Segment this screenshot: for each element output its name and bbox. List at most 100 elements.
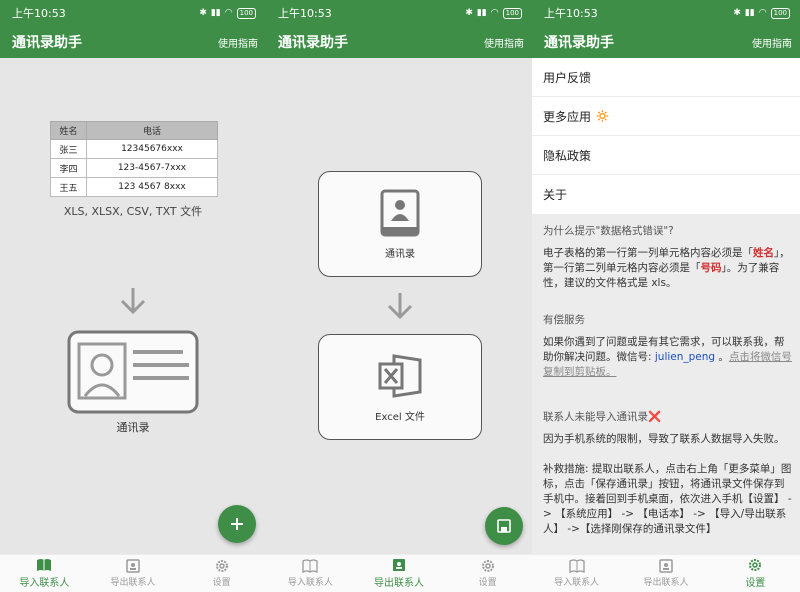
faq1-answer: 电子表格的第一行第一列单元格内容必须是「姓名」，第一行第二列单元格内容必须是「号… [543,246,793,291]
add-fab-button[interactable] [218,505,256,543]
bottom-nav: 导入联系人 导出联系人 设置 [532,554,800,592]
nav-settings[interactable]: 设置 [177,555,266,592]
book-open-icon [569,559,585,573]
contacts-tile[interactable]: 通讯录 [318,171,482,277]
nav-export-label: 导出联系人 [374,578,424,589]
table-row: 李四 123-4567-7xxx [50,158,219,178]
nav-settings[interactable]: 设置 [443,555,532,592]
contacts-label: 通讯录 [116,421,150,434]
nav-import-label: 导入联系人 [554,578,600,588]
status-time: 上午10:53 [278,7,332,20]
status-bar: 上午10:53 ✱ ▮▮ ◠ 100 [0,0,266,26]
save-fab-button[interactable] [485,507,523,545]
faq2-title: 联系人未能导入通讯录❌ [543,410,793,425]
signal-icon: ▮▮ [476,8,487,18]
nav-import[interactable]: 导入联系人 [0,555,89,592]
save-icon [497,519,511,533]
gear-icon [481,560,494,572]
menu-feedback-label: 用户反馈 [543,70,592,85]
nav-export-label: 导出联系人 [643,578,689,588]
faq1-phone-highlight: 号码 [700,262,722,274]
nav-import[interactable]: 导入联系人 [266,555,355,592]
book-open-icon [37,559,52,571]
wifi-icon: ◠ [758,8,767,18]
sheet-cell: 123 4567 8xxx [85,177,219,197]
guide-button[interactable]: 使用指南 [218,35,258,50]
bluetooth-icon: ✱ [465,8,473,18]
table-row: 张三 12345676xxx [50,139,219,159]
signal-icon: ▮▮ [210,8,221,18]
settings-screen: 上午10:53 ✱ ▮▮ ◠ 100 通讯录助手 使用指南 用户反馈 更多应用 🔅… [532,0,800,592]
app-bar: 通讯录助手 使用指南 [266,26,532,58]
menu-more-apps[interactable]: 更多应用 🔅 [532,97,800,136]
sheet-cell: 123-4567-7xxx [85,158,219,178]
faq2-remedy: 补救措施: 提取出联系人，点击右上角「更多菜单」图标，点击「保存通讯录」按钮，将… [543,463,792,535]
gear-icon [749,559,762,571]
menu-feedback[interactable]: 用户反馈 [532,58,800,97]
menu-about-label: 关于 [543,188,568,202]
status-bar: 上午10:53 ✱ ▮▮ ◠ 100 [532,0,800,26]
paid-service-title: 有偿服务 [543,314,585,326]
plus-icon [231,518,243,530]
sheet-header-row: 姓名 电话 [50,121,219,140]
guide-button[interactable]: 使用指南 [752,35,792,50]
contact-card-icon [67,330,199,414]
app-title: 通讯录助手 [278,35,348,51]
app-title: 通讯录助手 [12,35,82,51]
paid-service-text: 如果你遇到了问题或是有其它需求，可以联系我，帮助你解决问题。微信号: julie… [543,335,793,380]
table-row: 王五 123 4567 8xxx [50,177,219,197]
nav-import-label: 导入联系人 [19,578,70,589]
sheet-cell: 12345676xxx [85,139,219,159]
nav-import-label: 导入联系人 [287,578,333,588]
cross-icon: ❌ [648,411,662,423]
excel-tile[interactable]: Excel 文件 [318,334,482,440]
supported-formats: XLS, XLSX, CSV, TXT 文件 [63,205,203,218]
faq2-title-text: 联系人未能导入通讯录 [543,411,648,423]
guide-button[interactable]: 使用指南 [484,35,524,50]
excel-tile-label: Excel 文件 [375,411,425,423]
faq1-name-highlight: 姓名 [753,247,774,259]
gear-icon [215,560,228,572]
menu-privacy-label: 隐私政策 [543,148,592,163]
faq-section: 为什么提示"数据格式错误"? 电子表格的第一行第一列单元格内容必须是「姓名」，第… [543,224,793,537]
status-time: 上午10:53 [544,7,598,20]
excel-file-icon [378,353,422,398]
wifi-icon: ◠ [490,8,499,18]
sun-icon: 🔅 [595,109,610,123]
faq1-text: 电子表格的第一行第一列单元格内容必须是「 [543,247,753,259]
wifi-icon: ◠ [224,8,233,18]
screens: 上午10:53 ✱ ▮▮ ◠ 100 通讯录助手 使用指南 姓名 电话 张三 1… [0,0,800,592]
faq1-title: 为什么提示"数据格式错误"? [543,225,674,237]
contact-book-icon [380,189,420,236]
sheet-cell: 张三 [50,139,87,159]
faq2-reason: 因为手机系统的限制，导致了联系人数据导入失败。 [543,433,785,445]
nav-settings[interactable]: 设置 [711,555,800,592]
nav-export[interactable]: 导出联系人 [621,555,710,592]
status-icons: ✱ ▮▮ ◠ 100 [465,7,522,19]
arrow-down-icon [120,288,146,315]
battery-icon: 100 [770,7,790,19]
contact-book-icon [126,559,140,573]
menu-more-apps-label: 更多应用 [543,109,592,124]
sample-sheet: 姓名 电话 张三 12345676xxx 李四 123-4567-7xxx 王五… [50,121,219,197]
menu-about[interactable]: 关于 [532,175,800,214]
menu-privacy[interactable]: 隐私政策 [532,136,800,175]
arrow-down-icon [387,293,413,320]
sheet-cell: 李四 [50,158,87,178]
nav-settings-label: 设置 [478,578,497,588]
nav-settings-label: 设置 [745,578,766,589]
settings-menu: 用户反馈 更多应用 🔅 隐私政策 关于 [532,58,800,214]
nav-export[interactable]: 导出联系人 [355,555,444,592]
status-icons: ✱ ▮▮ ◠ 100 [733,7,790,19]
bluetooth-icon: ✱ [733,8,741,18]
bluetooth-icon: ✱ [199,8,207,18]
export-screen: 上午10:53 ✱ ▮▮ ◠ 100 通讯录助手 使用指南 通讯录 Excel … [266,0,532,592]
app-bar: 通讯录助手 使用指南 [532,26,800,58]
sheet-header: 电话 [85,121,219,140]
signal-icon: ▮▮ [744,8,755,18]
book-open-icon [302,559,318,573]
sheet-cell: 王五 [50,177,87,197]
status-bar: 上午10:53 ✱ ▮▮ ◠ 100 [266,0,532,26]
nav-import[interactable]: 导入联系人 [532,555,621,592]
nav-export[interactable]: 导出联系人 [89,555,178,592]
